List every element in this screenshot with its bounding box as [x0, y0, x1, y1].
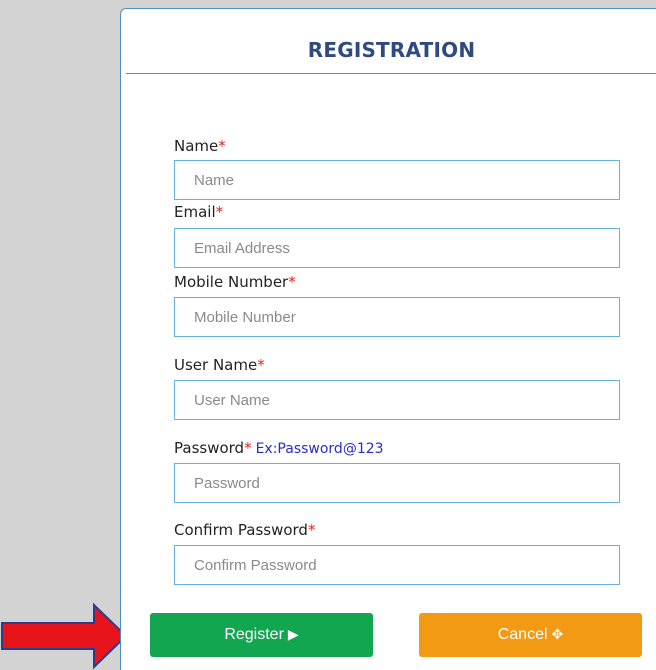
- email-label: Email*: [174, 203, 224, 221]
- panel-header: REGISTRATION: [126, 9, 656, 74]
- red-arrow-icon: [1, 602, 128, 670]
- cancel-button-label: Cancel: [497, 626, 548, 643]
- password-input[interactable]: [174, 463, 620, 503]
- user-name-input[interactable]: [174, 380, 620, 420]
- play-icon: ▶: [287, 626, 299, 642]
- page-title: REGISTRATION: [307, 38, 476, 62]
- password-label: Password* Ex:Password@123: [174, 439, 384, 457]
- email-input[interactable]: [174, 228, 620, 268]
- register-button[interactable]: Register ▶: [150, 613, 373, 657]
- required-marker: *: [218, 137, 226, 155]
- move-icon: ✥: [551, 626, 564, 642]
- mobile-number-label: Mobile Number*: [174, 273, 296, 291]
- required-marker: *: [244, 439, 252, 457]
- required-marker: *: [257, 356, 265, 374]
- registration-panel: REGISTRATION Name* Email* Mobile Number*…: [120, 8, 656, 670]
- name-label: Name*: [174, 137, 226, 155]
- required-marker: *: [307, 521, 316, 539]
- confirm-password-input[interactable]: [174, 545, 620, 585]
- cancel-button[interactable]: Cancel ✥: [419, 613, 642, 657]
- password-hint: Ex:Password@123: [255, 441, 384, 457]
- user-name-label: User Name*: [174, 356, 265, 374]
- required-marker: *: [215, 203, 224, 221]
- register-button-label: Register: [224, 626, 284, 643]
- name-input[interactable]: [174, 160, 620, 200]
- mobile-number-input[interactable]: [174, 297, 620, 337]
- required-marker: *: [288, 273, 296, 291]
- confirm-password-label: Confirm Password*: [174, 521, 316, 539]
